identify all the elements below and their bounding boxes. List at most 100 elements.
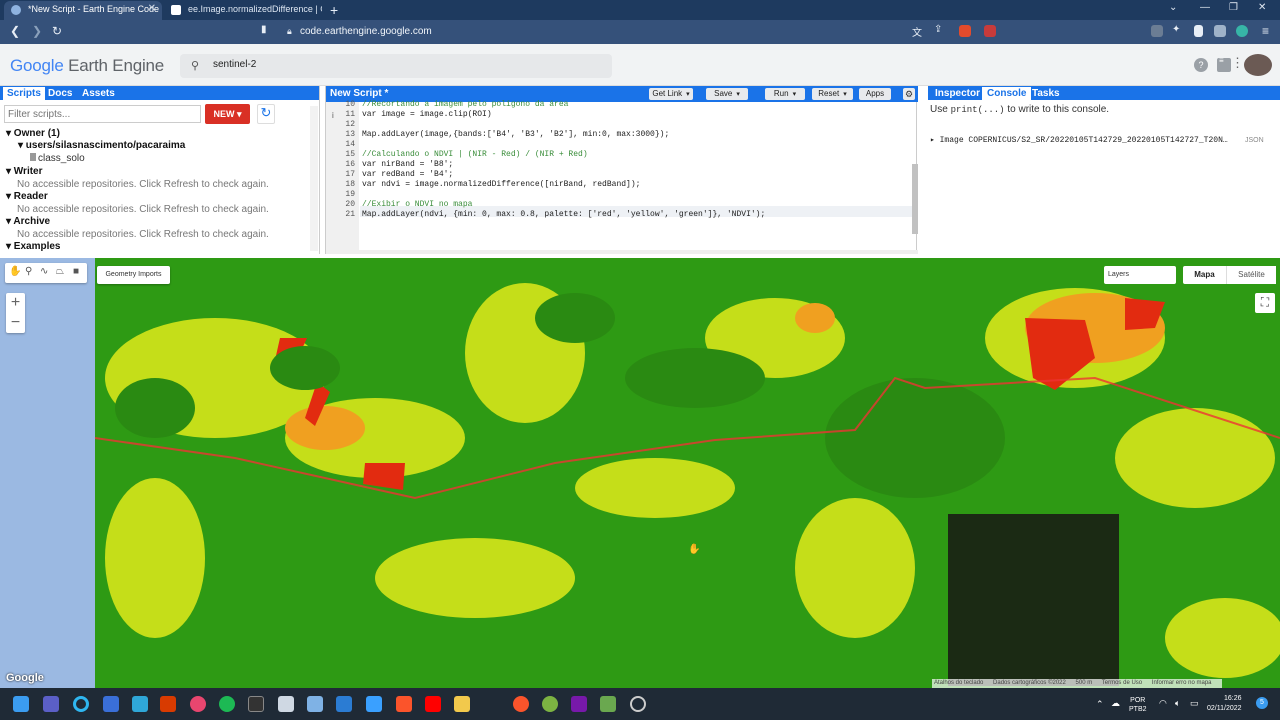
reload-icon[interactable]: ↻ — [52, 24, 62, 38]
tree-examples[interactable]: ▾ Examples — [6, 241, 61, 252]
tree-reader[interactable]: ▾ Reader — [6, 191, 48, 202]
filter-scripts-input[interactable] — [4, 105, 201, 123]
folder-icon[interactable] — [454, 696, 470, 712]
bookmark-icon[interactable]: ▮ — [261, 24, 267, 35]
notification-badge[interactable]: 5 — [1256, 697, 1268, 709]
menu-icon[interactable]: ≡ — [1262, 24, 1269, 38]
scale-bar[interactable]: 500 m — [1076, 680, 1093, 686]
tree-writer[interactable]: ▾ Writer — [6, 166, 43, 177]
code-line: var redBand = 'B4'; — [362, 170, 454, 179]
tab-normalized-difference[interactable]: ee.Image.normalizedDifference | Goo — [164, 1, 322, 20]
terms-link[interactable]: Termos de Uso — [1102, 680, 1142, 686]
line-icon[interactable]: ∿ — [40, 266, 48, 277]
wifi-icon[interactable]: ◠ — [1159, 698, 1167, 709]
layers-button[interactable]: Layers — [1104, 266, 1176, 284]
volume-icon[interactable]: 🔈︎ — [1175, 698, 1180, 709]
polygon-icon[interactable]: ⏢ — [56, 266, 64, 277]
tab-assets[interactable]: Assets — [78, 87, 119, 100]
browser-tab-bar: *New Script - Earth Engine Code ✕ ee.Ima… — [0, 0, 1280, 20]
report-error-link[interactable]: Informar erro no mapa — [1152, 680, 1212, 686]
earth-engine-logo[interactable]: Google Earth Engine — [10, 56, 164, 76]
clock[interactable]: 16:26 02/11/2022 — [1207, 694, 1242, 714]
notes-icon[interactable] — [132, 696, 148, 712]
url-field[interactable]: code.earthengine.google.com — [300, 26, 432, 37]
tree-owner[interactable]: ▾ Owner (1) — [6, 128, 60, 139]
sidebar-icon[interactable] — [1194, 25, 1203, 37]
tab-search-icon[interactable]: ⌄ — [1169, 2, 1177, 13]
music-icon[interactable] — [190, 696, 206, 712]
rectangle-icon[interactable]: ■ — [73, 266, 79, 277]
code-line: var image = image.clip(ROI) — [362, 110, 492, 119]
geometry-imports-button[interactable]: Geometry Imports — [97, 266, 170, 284]
language-indicator[interactable]: POR PTB2 — [1129, 696, 1147, 714]
onenote-icon[interactable] — [571, 696, 587, 712]
search-input[interactable] — [213, 59, 593, 70]
left-scrollbar[interactable] — [310, 106, 318, 251]
spotify-icon[interactable] — [219, 696, 235, 712]
satellite-type-button[interactable]: Satélite — [1226, 266, 1276, 284]
extension-icon[interactable] — [1151, 25, 1163, 37]
tree-file[interactable]: class_solo — [30, 153, 85, 164]
back-icon[interactable]: ❮ — [10, 24, 20, 38]
keyboard-shortcuts-link[interactable]: Atalhos do teclado — [934, 680, 983, 686]
zoom-out-button[interactable]: − — [6, 313, 25, 333]
json-link[interactable]: JSON — [1245, 137, 1264, 144]
right-panel-tabs: Inspector Console Tasks — [928, 86, 1280, 100]
todo-icon[interactable] — [366, 696, 382, 712]
terminal-icon[interactable] — [248, 696, 264, 712]
forward-icon[interactable]: ❯ — [32, 24, 42, 38]
battery-icon[interactable]: ▭ — [1190, 698, 1199, 709]
calendar-icon[interactable] — [103, 696, 119, 712]
avatar[interactable] — [1244, 54, 1272, 76]
start-icon[interactable] — [13, 696, 29, 712]
tab-inspector[interactable]: Inspector — [930, 87, 985, 100]
youtube-icon[interactable] — [425, 696, 441, 712]
hand-icon[interactable]: ✋ — [9, 266, 21, 277]
map-canvas[interactable]: ✋ ⚲ ∿ ⏢ ■ Geometry Imports + − Layers Ma… — [0, 258, 1280, 688]
refresh-icon[interactable]: ↻ — [257, 104, 275, 124]
tab-docs[interactable]: Docs — [44, 87, 76, 100]
office-icon[interactable] — [160, 696, 176, 712]
translate-icon[interactable]: 文 — [912, 24, 922, 39]
brave-icon[interactable] — [396, 696, 412, 712]
tab-scripts[interactable]: Scripts — [3, 87, 45, 100]
qgis-icon[interactable] — [542, 696, 558, 712]
brave-shield-icon[interactable] — [959, 25, 971, 37]
tab-tasks[interactable]: Tasks — [1027, 87, 1065, 100]
tray-chevron-icon[interactable]: ⌃ — [1096, 699, 1104, 710]
editor-icon[interactable] — [600, 696, 616, 712]
puzzle-icon[interactable]: ✦ — [1172, 24, 1180, 35]
new-tab-button[interactable]: + — [330, 2, 338, 18]
fullscreen-icon[interactable]: ⛶ — [1255, 293, 1275, 313]
vpn-icon[interactable] — [1236, 25, 1248, 37]
tab-earth-engine[interactable]: *New Script - Earth Engine Code ✕ — [4, 1, 162, 20]
box-icon[interactable] — [307, 696, 323, 712]
search-box[interactable]: ⚲ — [180, 54, 612, 78]
globe-icon[interactable] — [630, 696, 646, 712]
new-button[interactable]: NEW ▾ — [205, 104, 250, 124]
tree-repo[interactable]: ▾ users/silasnascimento/pacaraima — [18, 140, 185, 151]
point-icon[interactable]: ⚲ — [25, 266, 32, 277]
cloud-icon[interactable]: ☁ — [1111, 698, 1120, 709]
share-icon[interactable]: ⇪ — [934, 24, 942, 35]
brave-active-icon[interactable] — [513, 696, 529, 712]
window-close-icon[interactable]: ✕ — [1258, 2, 1266, 13]
close-tab-icon[interactable]: ✕ — [148, 3, 156, 14]
editor-resize-handle[interactable] — [326, 250, 918, 254]
rewards-icon[interactable] — [984, 25, 996, 37]
map-type-button[interactable]: Mapa — [1183, 266, 1226, 284]
cortana-icon[interactable] — [73, 696, 89, 712]
tree-archive[interactable]: ▾ Archive — [6, 216, 50, 227]
console-hint: Use print(...) to write to this console. — [930, 104, 1110, 115]
tab-console[interactable]: Console — [982, 87, 1032, 100]
vscode-icon[interactable] — [336, 696, 352, 712]
wallet-icon[interactable] — [1214, 25, 1226, 37]
teams-icon[interactable] — [43, 696, 59, 712]
console-image-output[interactable]: ▸ Image COPERNICUS/S2_SR/20220105T142729… — [930, 135, 1228, 145]
editor-scrollbar[interactable] — [912, 164, 918, 234]
restore-icon[interactable]: ❐ — [1229, 2, 1238, 13]
zoom-in-button[interactable]: + — [6, 293, 25, 313]
document-icon[interactable] — [278, 696, 294, 712]
minimize-icon[interactable]: — — [1200, 2, 1210, 13]
help-icon[interactable]: ? — [1194, 58, 1208, 72]
